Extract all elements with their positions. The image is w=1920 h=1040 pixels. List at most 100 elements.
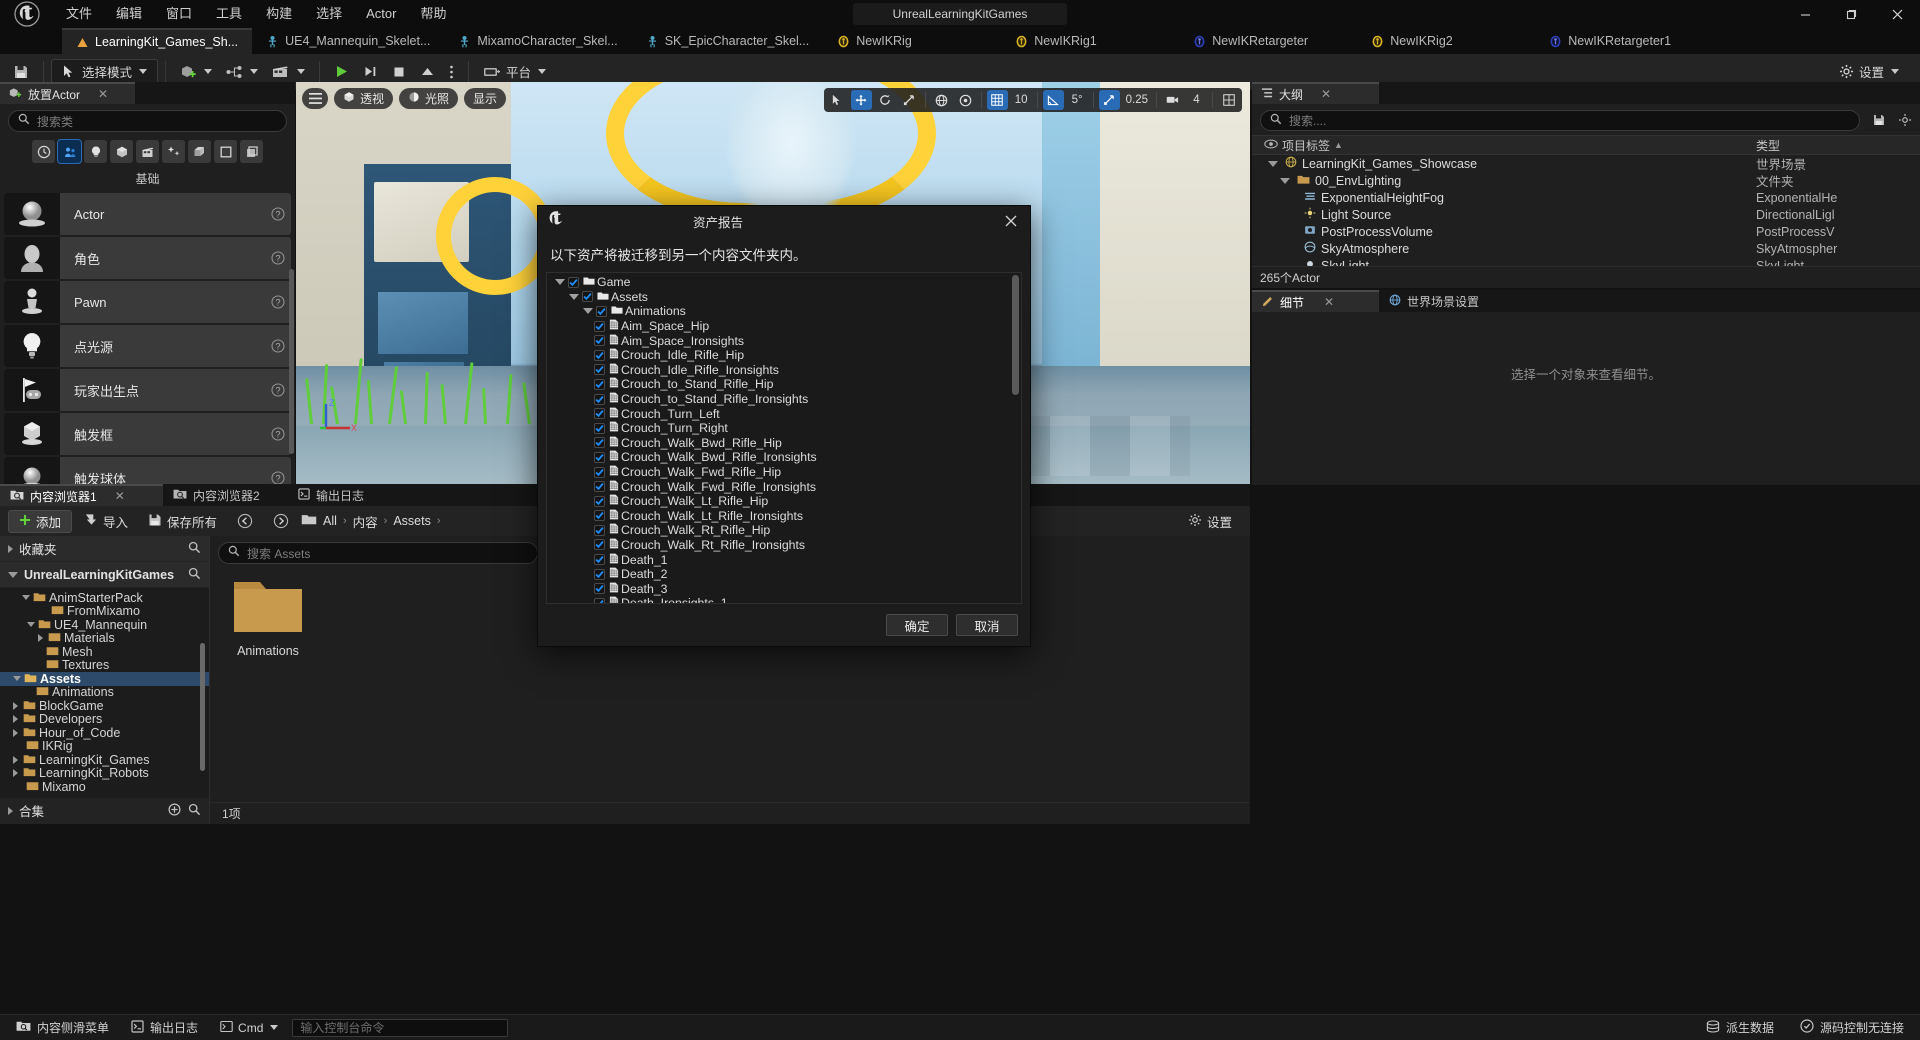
tree-node-assets[interactable]: Assets <box>0 672 209 686</box>
favorites-section[interactable]: 收藏夹 <box>0 536 209 562</box>
add-button[interactable]: 添加 <box>8 509 73 533</box>
ok-button[interactable]: 确定 <box>886 614 948 636</box>
actor-item-trigger-sphere[interactable]: 触发球体 ? <box>4 457 291 484</box>
tree-node-learningkit-robots[interactable]: LearningKit_Robots <box>0 766 209 780</box>
chevron-right-icon[interactable] <box>13 701 18 710</box>
chevron-down-icon[interactable] <box>583 308 593 315</box>
cmd-mode-select[interactable]: Cmd <box>212 1018 286 1038</box>
grid-snap-value[interactable]: 10 <box>1011 90 1032 110</box>
checkbox-checked[interactable] <box>594 451 605 463</box>
surface-snap-tool[interactable] <box>955 90 976 110</box>
checkbox-checked[interactable] <box>594 597 605 603</box>
asset-search-input[interactable]: 搜索 Assets <box>218 542 538 564</box>
source-control-button[interactable]: 源码控制无连接 <box>1792 1018 1912 1038</box>
category-geometry[interactable] <box>188 140 211 163</box>
chevron-down-icon[interactable] <box>569 293 579 300</box>
asset-row-item[interactable]: Crouch_Walk_Lt_Rifle_Hip <box>547 494 1021 509</box>
asset-row-item[interactable]: Crouch_to_Stand_Rifle_Hip <box>547 377 1021 392</box>
checkbox-checked[interactable] <box>594 481 605 493</box>
minimize-button[interactable] <box>1782 0 1828 28</box>
tree-scrollbar[interactable] <box>200 643 205 771</box>
collections-section[interactable]: 合集 <box>0 798 209 824</box>
breadcrumb-content[interactable]: 内容 <box>353 512 378 531</box>
asset-tile-animations[interactable]: Animations <box>220 576 316 658</box>
tab-mixamocharacter-skeleton[interactable]: MixamoCharacter_Skel... <box>444 28 631 54</box>
asset-tree[interactable]: Game Assets Animations Aim_Space_Hip Aim… <box>547 273 1021 603</box>
chevron-right-icon[interactable] <box>8 806 13 815</box>
asset-tree-scrollbar[interactable] <box>1012 275 1019 395</box>
checkbox-checked[interactable] <box>596 305 607 317</box>
actor-item-player-start[interactable]: 玩家出生点 ? <box>4 369 291 411</box>
outliner-save-icon[interactable] <box>1868 109 1890 131</box>
outliner-row[interactable]: SkyAtmosphere SkyAtmospher <box>1252 240 1920 257</box>
asset-row-item[interactable]: Crouch_to_Stand_Rifle_Ironsights <box>547 392 1021 407</box>
outliner-column-name[interactable]: 项目标签 ▲ <box>1252 137 1748 154</box>
maximize-button[interactable] <box>1828 0 1874 28</box>
search-icon[interactable] <box>188 803 201 819</box>
checkbox-checked[interactable] <box>594 393 605 405</box>
tab-newikrig[interactable]: NewIKRig <box>823 28 1001 54</box>
tab-content-browser-2[interactable]: 内容浏览器2 <box>163 484 288 506</box>
menu-item-window[interactable]: 窗口 <box>154 0 204 28</box>
category-basic[interactable] <box>57 139 82 164</box>
search-input[interactable]: 搜索类 <box>8 110 287 132</box>
chevron-right-icon[interactable] <box>8 544 13 553</box>
asset-row-item[interactable]: Death_Ironsights_1 <box>547 596 1021 603</box>
asset-row-item[interactable]: Crouch_Turn_Right <box>547 421 1021 436</box>
outliner-settings-icon[interactable] <box>1894 109 1916 131</box>
tree-node-materials[interactable]: Materials <box>0 631 209 645</box>
play-button[interactable] <box>327 59 356 85</box>
tab-newikrig1[interactable]: NewIKRig1 <box>1001 28 1179 54</box>
category-recently-placed[interactable] <box>32 140 55 163</box>
breadcrumb-assets[interactable]: Assets <box>393 514 431 528</box>
save-icon[interactable] <box>6 59 36 85</box>
checkbox-checked[interactable] <box>594 349 605 361</box>
asset-row-item[interactable]: Crouch_Turn_Left <box>547 406 1021 421</box>
select-mode-button[interactable]: 选择模式 <box>51 58 159 85</box>
expand-triangle-icon[interactable] <box>1268 160 1278 167</box>
menu-item-edit[interactable]: 编辑 <box>104 0 154 28</box>
tab-outliner[interactable]: 大纲 ✕ <box>1252 82 1379 104</box>
tab-newikretargeter[interactable]: NewIKRetargeter <box>1179 28 1357 54</box>
tab-ue4-mannequin-skeleton[interactable]: UE4_Mannequin_Skelet... <box>252 28 444 54</box>
tree-node-animstarterpack[interactable]: AnimStarterPack <box>0 591 209 605</box>
asset-row-item[interactable]: Aim_Space_Ironsights <box>547 333 1021 348</box>
outliner-row[interactable]: LearningKit_Games_Showcase 世界场景 <box>1252 155 1920 172</box>
place-actors-scrollbar[interactable] <box>289 269 294 454</box>
asset-report-dialog[interactable]: 资产报告 以下资产将被迁移到另一个内容文件夹内。 Game Assets Ani… <box>537 205 1031 647</box>
asset-row-item[interactable]: Crouch_Idle_Rifle_Hip <box>547 348 1021 363</box>
stop-button[interactable] <box>385 59 413 85</box>
actor-item-trigger-box[interactable]: 触发框 ? <box>4 413 291 455</box>
outliner-row[interactable]: 00_EnvLighting 文件夹 <box>1252 172 1920 189</box>
viewport-show-button[interactable]: 显示 <box>464 88 507 109</box>
tree-node-hour-of-code[interactable]: Hour_of_Code <box>0 726 209 740</box>
cancel-button[interactable]: 取消 <box>956 614 1018 636</box>
chevron-down-icon[interactable] <box>555 279 565 286</box>
tab-newikrig2[interactable]: NewIKRig2 <box>1357 28 1535 54</box>
tree-node-mixamo[interactable]: Mixamo <box>0 780 209 794</box>
asset-row-assets[interactable]: Assets <box>547 290 1021 305</box>
outliner-row[interactable]: ExponentialHeightFog ExponentialHe <box>1252 189 1920 206</box>
camera-speed-icon[interactable] <box>1162 90 1183 110</box>
checkbox-checked[interactable] <box>594 364 605 376</box>
add-collection-icon[interactable] <box>168 802 181 819</box>
menu-item-tools[interactable]: 工具 <box>204 0 254 28</box>
content-browser-settings-button[interactable]: 设置 <box>1188 512 1242 531</box>
tree-node-ue4-mannequin[interactable]: UE4_Mannequin <box>0 618 209 632</box>
angle-snap-value[interactable]: 5° <box>1067 90 1088 110</box>
add-actor-button[interactable] <box>173 59 219 85</box>
step-button[interactable] <box>356 59 385 85</box>
close-icon[interactable]: ✕ <box>115 489 125 503</box>
camera-speed-value[interactable]: 4 <box>1186 90 1207 110</box>
checkbox-checked[interactable] <box>594 568 605 580</box>
checkbox-checked[interactable] <box>594 539 605 551</box>
category-cinematic[interactable] <box>136 140 159 163</box>
asset-row-item[interactable]: Crouch_Walk_Fwd_Rifle_Ironsights <box>547 479 1021 494</box>
viewport-perspective-button[interactable]: 透视 <box>334 88 394 109</box>
chevron-down-icon[interactable] <box>13 676 21 682</box>
derived-data-button[interactable]: 派生数据 <box>1698 1018 1782 1038</box>
asset-row-item[interactable]: Crouch_Walk_Rt_Rifle_Ironsights <box>547 538 1021 553</box>
chevron-down-icon[interactable] <box>8 571 18 578</box>
asset-tree-container[interactable]: Game Assets Animations Aim_Space_Hip Aim… <box>546 272 1022 604</box>
checkbox-checked[interactable] <box>594 422 605 434</box>
